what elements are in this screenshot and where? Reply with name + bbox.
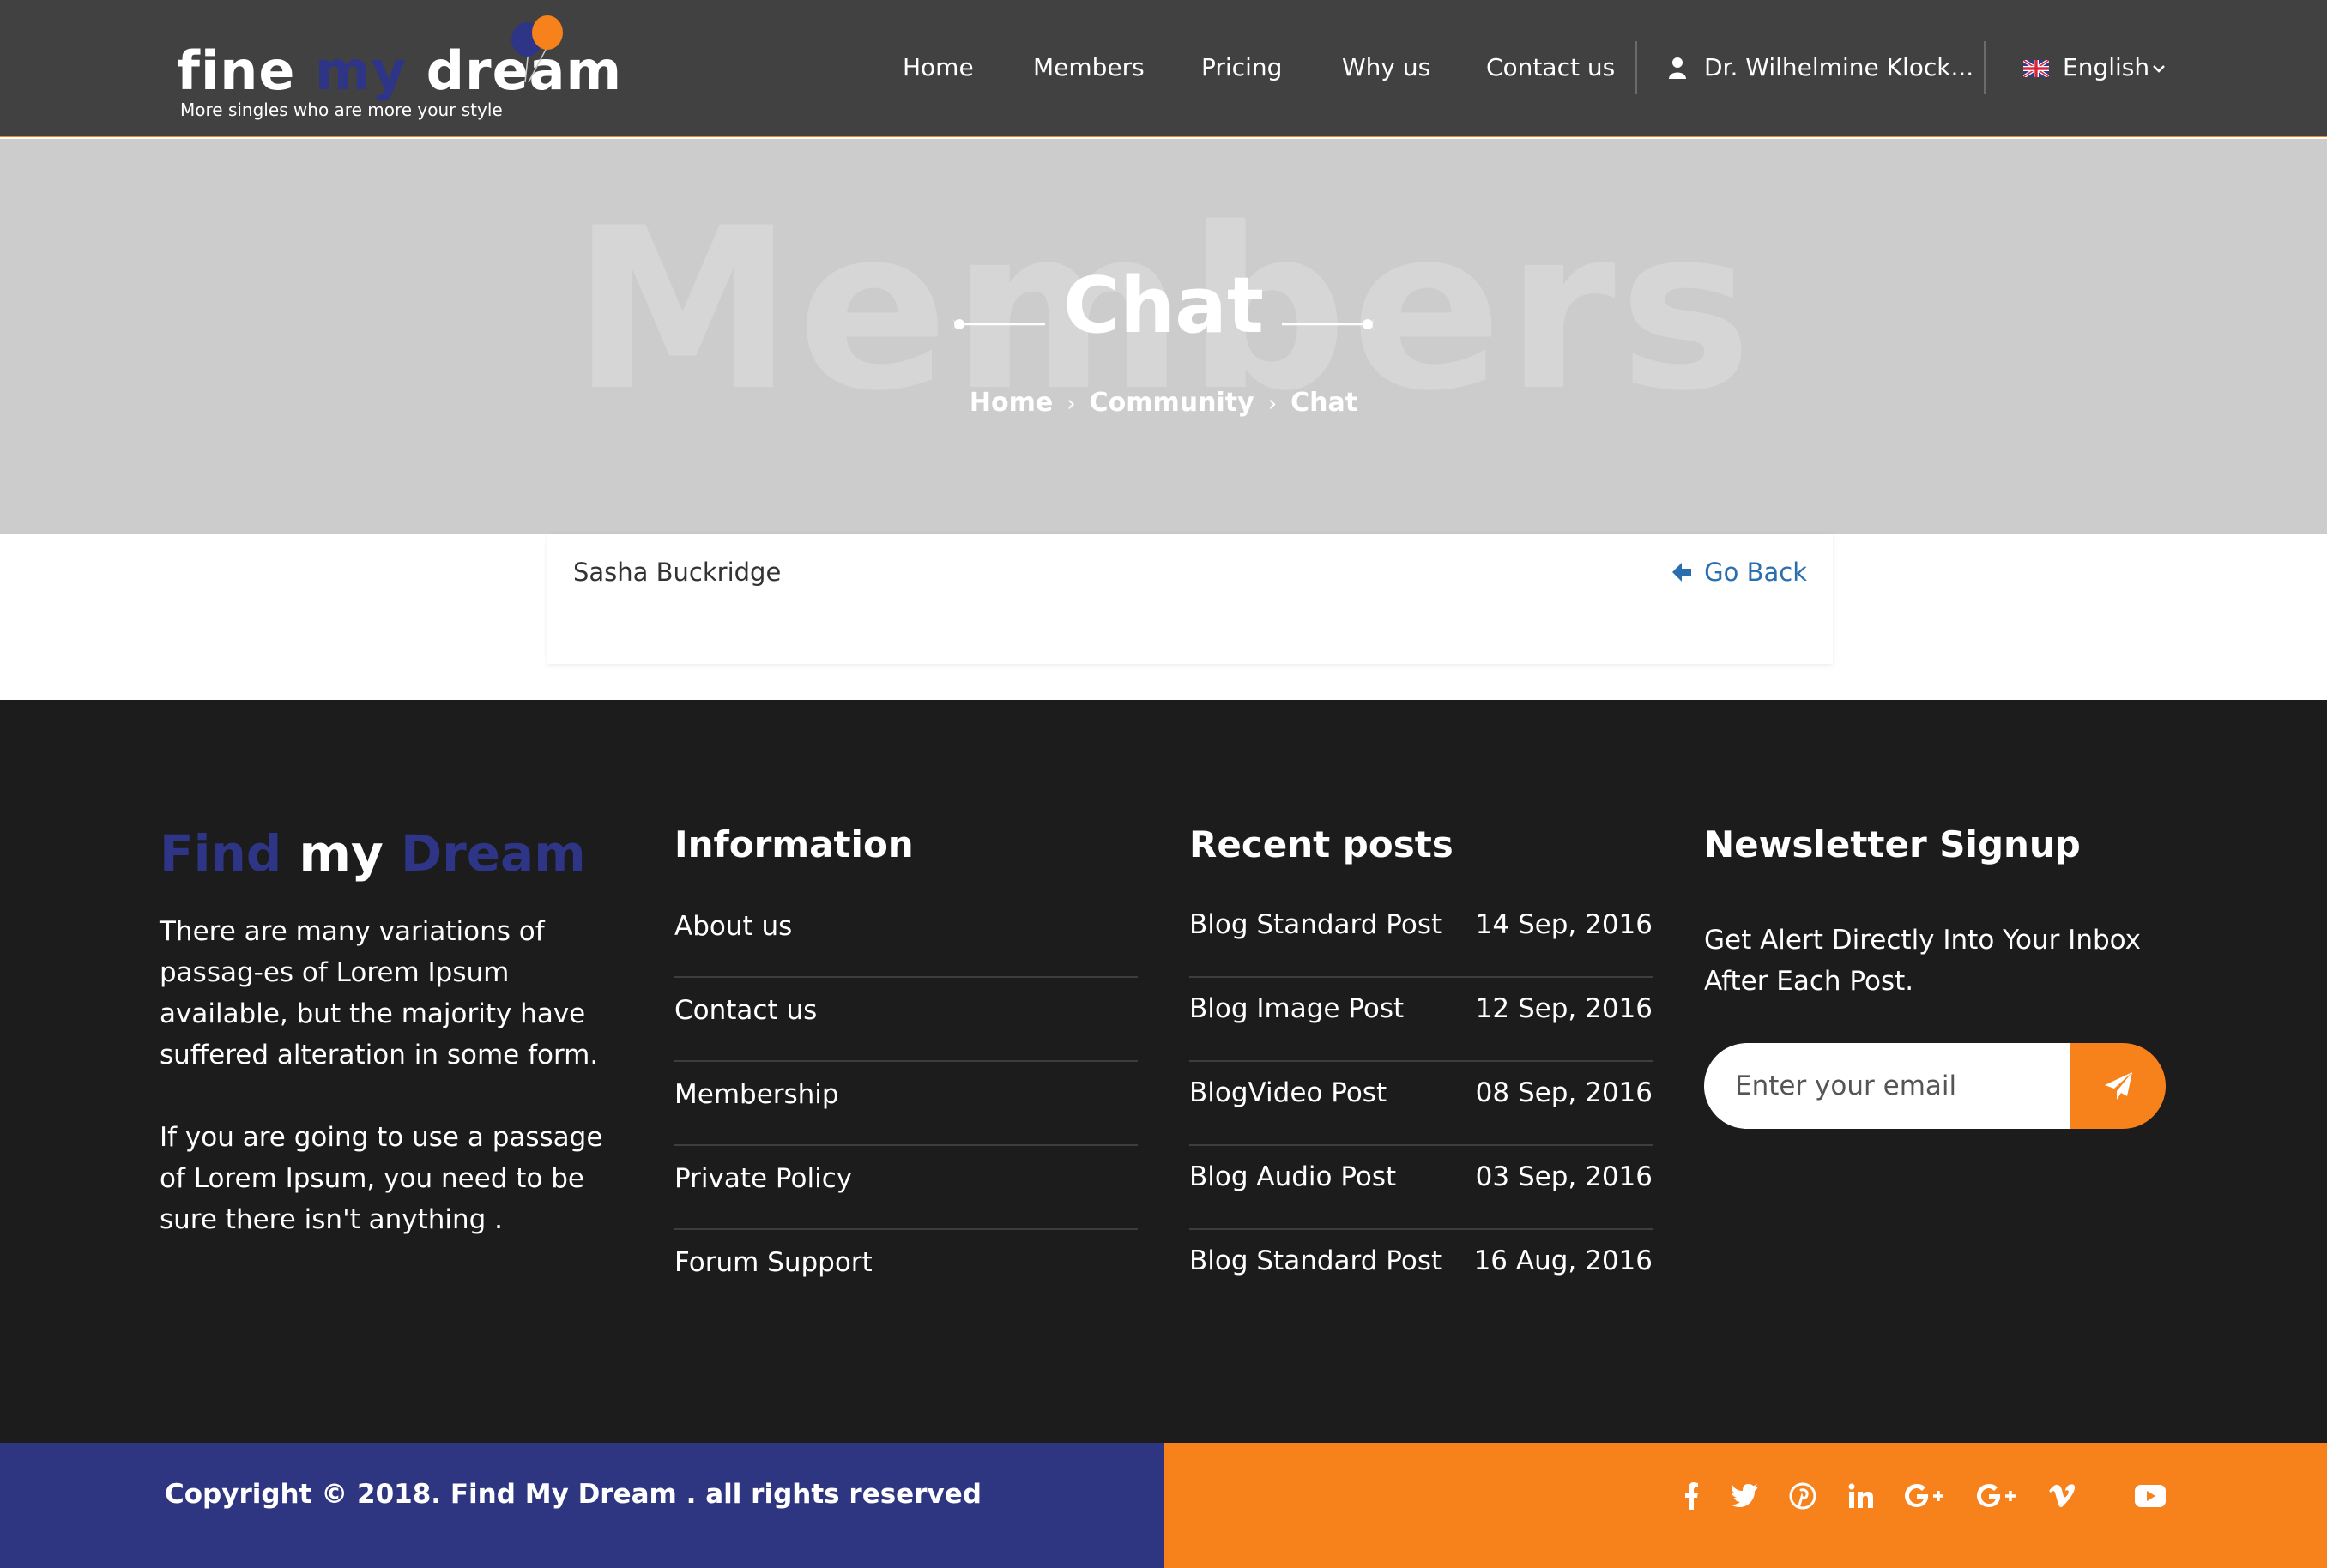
post-date: 12 Sep, 2016 <box>1475 993 1653 1024</box>
page-hero: Members Chat Home › Community › Chat <box>0 139 2327 534</box>
footer-link-forum[interactable]: Forum Support <box>674 1230 1138 1314</box>
site-footer: Find my Dream There are many variations … <box>0 700 2327 1443</box>
breadcrumb-community[interactable]: Community <box>1090 388 1254 418</box>
uk-flag-icon <box>2023 60 2049 77</box>
nav-pricing[interactable]: Pricing <box>1201 53 1282 81</box>
newsletter-form <box>1704 1043 2166 1129</box>
post-title: BlogVideo Post <box>1189 1077 1387 1108</box>
footer-posts-title: Recent posts <box>1189 823 1454 865</box>
balloons-icon <box>511 15 563 83</box>
footer-about-text: There are many variations of passag-es o… <box>160 916 599 1070</box>
nav-contact-us[interactable]: Contact us <box>1486 53 1615 81</box>
post-title: Blog Image Post <box>1189 993 1405 1024</box>
go-back-button[interactable]: Go Back <box>1670 558 1807 587</box>
newsletter-text: Get Alert Directly Into Your Inbox After… <box>1704 925 2142 997</box>
breadcrumb-current: Chat <box>1290 388 1358 418</box>
nav-divider <box>1635 41 1637 94</box>
google-plus-icon[interactable] <box>1975 1479 2018 1513</box>
footer-link-about[interactable]: About us <box>674 894 1138 978</box>
page-title: Chat <box>1063 261 1264 351</box>
post-date: 03 Sep, 2016 <box>1475 1161 1653 1192</box>
footer-newsletter-title: Newsletter Signup <box>1704 823 2081 865</box>
nav-members[interactable]: Members <box>1033 53 1145 81</box>
recent-post[interactable]: BlogVideo Post 08 Sep, 2016 <box>1189 1062 1653 1146</box>
copyright-text: Copyright © 2018. Find My Dream . all ri… <box>165 1479 982 1510</box>
recent-post[interactable]: Blog Image Post 12 Sep, 2016 <box>1189 978 1653 1062</box>
arrow-left-icon <box>1672 563 1692 582</box>
footer-brand-title: Find my Dream <box>160 824 586 883</box>
footer-info-title: Information <box>674 823 914 865</box>
breadcrumb: Home › Community › Chat <box>0 388 2327 418</box>
post-title: Blog Standard Post <box>1189 1245 1442 1276</box>
chat-contact-name: Sasha Buckridge <box>573 558 782 587</box>
user-icon <box>1669 57 1686 79</box>
recent-post[interactable]: Blog Standard Post 16 Aug, 2016 <box>1189 1230 1653 1314</box>
recent-post[interactable]: Blog Audio Post 03 Sep, 2016 <box>1189 1146 1653 1230</box>
recent-post[interactable]: Blog Standard Post 14 Sep, 2016 <box>1189 894 1653 978</box>
chevron-right-icon: › <box>1267 391 1278 417</box>
footer-about-text-2: If you are going to use a passage of Lor… <box>160 1122 603 1235</box>
site-header: fine my dream More singles who are more … <box>0 0 2327 137</box>
nav-divider <box>1984 41 1986 94</box>
twitter-icon[interactable] <box>1730 1479 1759 1513</box>
newsletter-email-input[interactable] <box>1704 1043 2070 1129</box>
site-logo[interactable]: fine my dream More singles who are more … <box>177 14 621 125</box>
post-date: 14 Sep, 2016 <box>1475 909 1653 940</box>
chat-panel: Sasha Buckridge Go Back <box>547 534 1833 664</box>
google-plus-icon[interactable] <box>1903 1479 1946 1513</box>
chevron-right-icon: › <box>1067 391 1076 417</box>
go-back-label: Go Back <box>1704 558 1807 587</box>
footer-info-list: About us Contact us Membership Private P… <box>674 894 1138 1314</box>
footer-link-contact[interactable]: Contact us <box>674 978 1138 1062</box>
pinterest-icon[interactable] <box>1788 1479 1817 1513</box>
linkedin-icon[interactable] <box>1846 1479 1876 1513</box>
newsletter-submit-button[interactable] <box>2070 1043 2166 1129</box>
footer-link-membership[interactable]: Membership <box>674 1062 1138 1146</box>
language-selector[interactable]: English <box>2063 53 2149 81</box>
paper-plane-icon <box>2104 1072 2132 1100</box>
social-bar <box>1164 1443 2327 1568</box>
nav-why-us[interactable]: Why us <box>1342 53 1430 81</box>
youtube-icon[interactable] <box>2133 1479 2167 1513</box>
vimeo-icon[interactable] <box>2047 1479 2076 1513</box>
footer-link-privacy[interactable]: Private Policy <box>674 1146 1138 1230</box>
nav-home[interactable]: Home <box>903 53 974 81</box>
post-date: 16 Aug, 2016 <box>1473 1245 1653 1276</box>
chevron-down-icon[interactable] <box>2150 60 2167 77</box>
breadcrumb-home[interactable]: Home <box>970 388 1053 418</box>
post-date: 08 Sep, 2016 <box>1475 1077 1653 1108</box>
user-menu[interactable]: Dr. Wilhelmine Klock... <box>1704 53 1973 81</box>
title-ornament-right <box>1282 319 1375 329</box>
copyright-bar: Copyright © 2018. Find My Dream . all ri… <box>0 1443 1164 1568</box>
facebook-icon[interactable] <box>1682 1479 1702 1513</box>
post-title: Blog Standard Post <box>1189 909 1442 940</box>
logo-tagline: More singles who are more your style <box>180 100 503 120</box>
recent-posts-list: Blog Standard Post 14 Sep, 2016 Blog Imag… <box>1189 894 1653 1314</box>
post-title: Blog Audio Post <box>1189 1161 1397 1192</box>
